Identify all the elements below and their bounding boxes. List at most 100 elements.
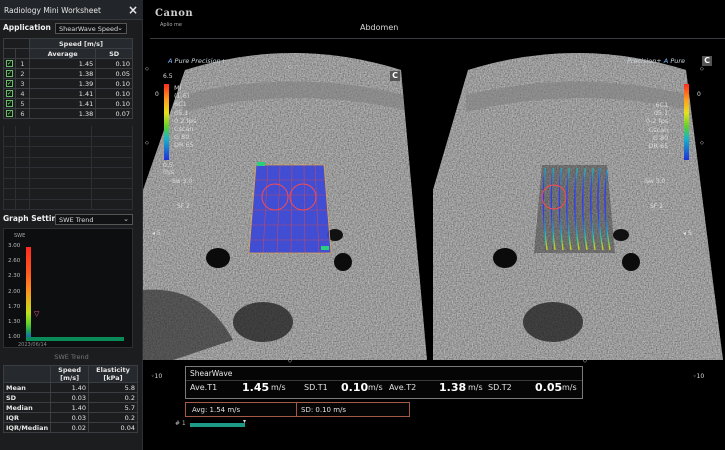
row-sd: 0.10: [95, 58, 133, 69]
sd-t1-unit: m/s: [368, 383, 383, 392]
swe-trend-title: SWE Trend: [54, 353, 89, 361]
left-sw: Sw 3.0: [172, 178, 193, 185]
close-icon[interactable]: ×: [128, 3, 138, 17]
left-c-badge: C: [390, 71, 400, 81]
graph-setting-select[interactable]: SWE Trend ⌄: [55, 214, 133, 225]
table-row[interactable]: ✓ 3 1.39 0.10: [3, 78, 133, 89]
param-line: 0.2 fps: [174, 116, 197, 125]
check-icon[interactable]: ✓: [6, 80, 13, 87]
row-index: 5: [15, 98, 30, 109]
param-line: Cscan: [174, 125, 194, 134]
stats-table: Speed [m/s] Elasticity [kPa] Mean 1.40 5.8…: [2, 365, 138, 433]
row-checkbox[interactable]: ✓: [3, 58, 16, 69]
row-average: 1.41: [28, 98, 97, 109]
row-checkbox[interactable]: ✓: [3, 88, 16, 99]
row-checkbox[interactable]: ✓: [3, 98, 16, 109]
left-swe-roi: [248, 162, 332, 254]
cine-progress-bar[interactable]: [190, 423, 245, 427]
row-average: 1.39: [28, 78, 97, 89]
cine-marker-icon[interactable]: ▾: [243, 418, 246, 425]
table-row[interactable]: ✓ 6 1.38 0.07: [3, 108, 133, 119]
check-icon[interactable]: ✓: [6, 100, 13, 107]
param-line: d5.1: [653, 109, 669, 118]
row-checkbox[interactable]: ✓: [3, 78, 16, 89]
sd-t2-value: 0.05: [535, 381, 563, 394]
check-icon[interactable]: ✓: [6, 70, 13, 77]
stat-name: SD: [2, 392, 52, 403]
param-line: Cscan: [648, 125, 669, 134]
table-row: IQR 0.03 0.2: [2, 412, 138, 423]
swe-trend-graph: SWE 3.00 2.60 2.30 2.00 1.70 1.30 1.00 ▽ 2023/…: [3, 228, 133, 348]
table-row: SD 0.03 0.2: [2, 392, 138, 403]
left-depth-5: ◂ 5: [152, 230, 161, 237]
check-icon[interactable]: ✓: [6, 110, 13, 117]
right-velocity-colorbar: [684, 84, 689, 160]
trend-color-bar: [26, 247, 31, 341]
row-average: 1.45: [28, 58, 97, 69]
ave-t2-label: Ave.T2: [389, 383, 417, 392]
depth-marker-icon: ◇: [700, 140, 704, 146]
depth-marker-icon: ◇: [145, 66, 149, 72]
col-sd: SD: [95, 48, 133, 59]
chevron-down-icon: ⌄: [123, 215, 129, 223]
right-scale-zero: 0: [697, 91, 701, 98]
depth-marker-icon: ◇: [583, 64, 587, 70]
ave-t2-unit: m/s: [468, 383, 483, 392]
stat-elasticity: 0.04: [88, 422, 138, 433]
table-row: IQR/Median 0.02 0.04: [2, 422, 138, 433]
depth-marker-icon: ◇: [288, 64, 292, 70]
graph-setting-label: Graph Setting: [3, 214, 63, 223]
row-average: 1.41: [28, 88, 97, 99]
precision-a-label: A: [168, 57, 173, 65]
left-precision-label: A Pure Precision+: [168, 57, 226, 65]
trend-marker-icon: ▽: [34, 310, 40, 318]
trend-tick-label: 2.60: [8, 258, 21, 265]
panel-title-bar: Radiology Mini Worksheet ×: [0, 0, 143, 20]
summary-divider: [296, 403, 297, 416]
param-line: DR 65: [648, 142, 669, 151]
row-sd: 0.10: [95, 98, 133, 109]
trend-tick-label: 2.00: [8, 288, 21, 295]
stat-speed: 0.03: [50, 392, 90, 403]
table-row[interactable]: ✓ 2 1.38 0.05: [3, 68, 133, 79]
table-row: Mean 1.40 5.8: [2, 382, 138, 393]
check-icon[interactable]: ✓: [6, 90, 13, 97]
right-depth-10: ◦10: [693, 373, 705, 380]
application-select[interactable]: ShearWave Speed ⌄: [55, 23, 127, 34]
trend-tick-label: 1.00: [8, 334, 21, 341]
row-checkbox[interactable]: ✓: [3, 68, 16, 79]
stats-header: Elasticity [kPa]: [88, 365, 138, 383]
header-divider: [150, 38, 725, 39]
stat-name: IQR: [2, 412, 52, 423]
stat-elasticity: 0.2: [88, 392, 138, 403]
exam-title: Abdomen: [360, 23, 399, 32]
row-index: 4: [15, 88, 30, 99]
row-sd: 0.10: [95, 88, 133, 99]
stats-header: Speed [m/s]: [50, 365, 90, 383]
table-row[interactable]: ✓ 5 1.41 0.10: [3, 98, 133, 109]
param-line: d5.1: [174, 108, 189, 117]
left-velocity-colorbar: [164, 84, 169, 160]
empty-row: [3, 126, 133, 137]
empty-row: [3, 168, 133, 179]
col-average: Average: [28, 48, 97, 59]
row-index: 3: [15, 78, 30, 89]
stat-name: Mean: [2, 382, 52, 393]
left-params: MI (1.6) 6C1 d5.1 0.2 fps Cscan G 80 DR 65: [174, 84, 196, 150]
left-depth-10: ◦10: [151, 373, 163, 380]
right-params: 6C1 d5.1 0.2 fps Cscan G 80 DR 65: [646, 101, 668, 150]
row-checkbox[interactable]: ✓: [3, 108, 16, 119]
chevron-down-icon: ⌄: [117, 24, 123, 32]
ave-t1-label: Ave.T1: [190, 383, 218, 392]
param-line: (1.6): [174, 92, 190, 101]
row-index: 2: [15, 68, 30, 79]
check-icon[interactable]: ✓: [6, 60, 13, 67]
left-scale-bottom: 0.5: [163, 162, 173, 169]
sd-t2-unit: m/s: [562, 383, 577, 392]
param-line: G 80: [174, 133, 190, 142]
table-row[interactable]: ✓ 4 1.41 0.10: [3, 88, 133, 99]
table-row[interactable]: ✓ 1 1.45 0.10: [3, 58, 133, 69]
application-label: Application: [3, 23, 51, 32]
speed-table: Speed [m/s] Average SD ✓ 1 1.45 0.10 ✓ 2 1.38 0…: [3, 38, 133, 119]
left-scale-unit: m/s: [163, 169, 174, 176]
